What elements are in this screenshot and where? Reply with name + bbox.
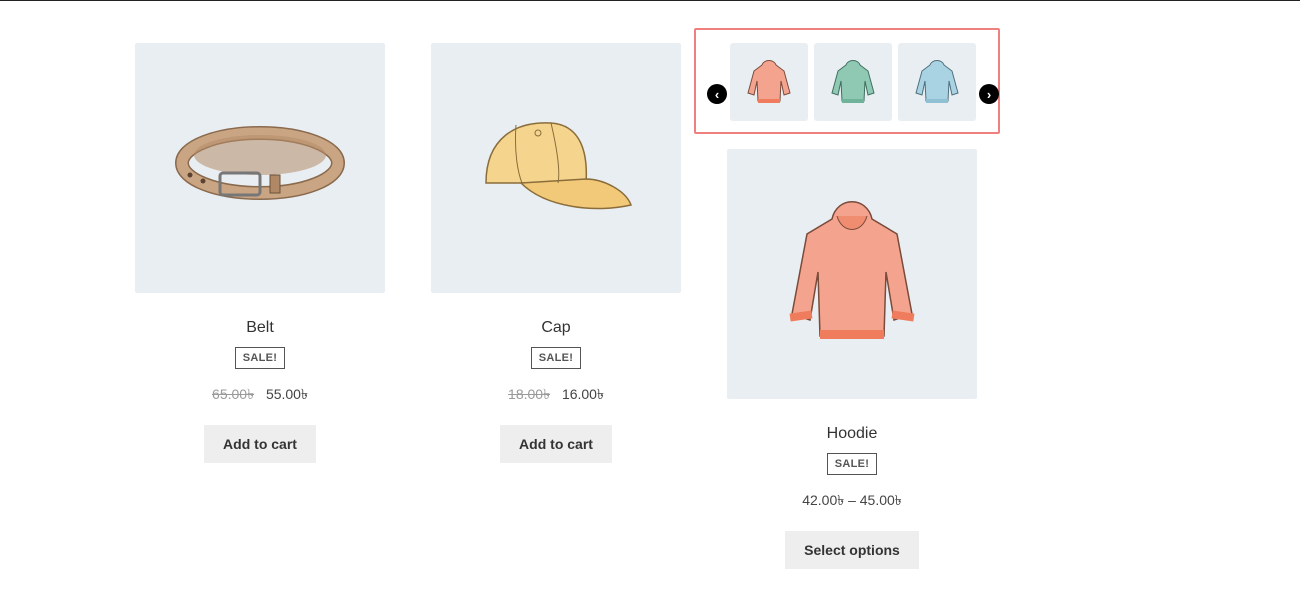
add-to-cart-button[interactable]: Add to cart: [500, 425, 612, 463]
thumbnail-hoodie-green[interactable]: [814, 43, 892, 121]
price: 65.00৳ 55.00৳: [135, 383, 385, 407]
sale-badge: SALE!: [234, 347, 286, 369]
sale-badge: SALE!: [530, 347, 582, 369]
variation-carousel: ‹ ›: [694, 28, 1000, 134]
price-new: 55.00৳: [265, 386, 308, 402]
thumbnail-hoodie-blue[interactable]: [898, 43, 976, 121]
thumbnail-hoodie-pink[interactable]: [730, 43, 808, 121]
belt-icon: [175, 126, 345, 200]
price: 42.00৳ – 45.00৳: [727, 489, 977, 513]
product-card-cap: Cap SALE! 18.00৳ 16.00৳ Add to cart: [431, 43, 681, 463]
product-title[interactable]: Hoodie: [727, 425, 977, 443]
hoodie-icon: [831, 60, 875, 103]
price-old: 18.00৳: [508, 386, 551, 402]
price: 18.00৳ 16.00৳: [431, 383, 681, 407]
product-image-belt[interactable]: [135, 43, 385, 293]
add-to-cart-button[interactable]: Add to cart: [204, 425, 316, 463]
product-image-hoodie[interactable]: [727, 149, 977, 399]
select-options-button[interactable]: Select options: [785, 531, 919, 569]
hoodie-icon: [747, 60, 791, 103]
cap-icon: [485, 122, 632, 210]
chevron-left-icon[interactable]: ‹: [707, 84, 727, 104]
product-title[interactable]: Belt: [135, 319, 385, 337]
hoodie-icon: [915, 60, 959, 103]
product-title[interactable]: Cap: [431, 319, 681, 337]
product-card-belt: Belt SALE! 65.00৳ 55.00৳ Add to cart: [135, 43, 385, 463]
price-range: 42.00৳ – 45.00৳: [802, 492, 902, 508]
top-divider: [0, 0, 1300, 1]
hoodie-icon: [789, 201, 915, 339]
chevron-right-icon[interactable]: ›: [979, 84, 999, 104]
sale-badge: SALE!: [826, 453, 878, 475]
price-new: 16.00৳: [561, 386, 604, 402]
product-card-hoodie: Hoodie SALE! 42.00৳ – 45.00৳ Select opti…: [727, 149, 977, 569]
price-old: 65.00৳: [212, 386, 255, 402]
product-image-cap[interactable]: [431, 43, 681, 293]
